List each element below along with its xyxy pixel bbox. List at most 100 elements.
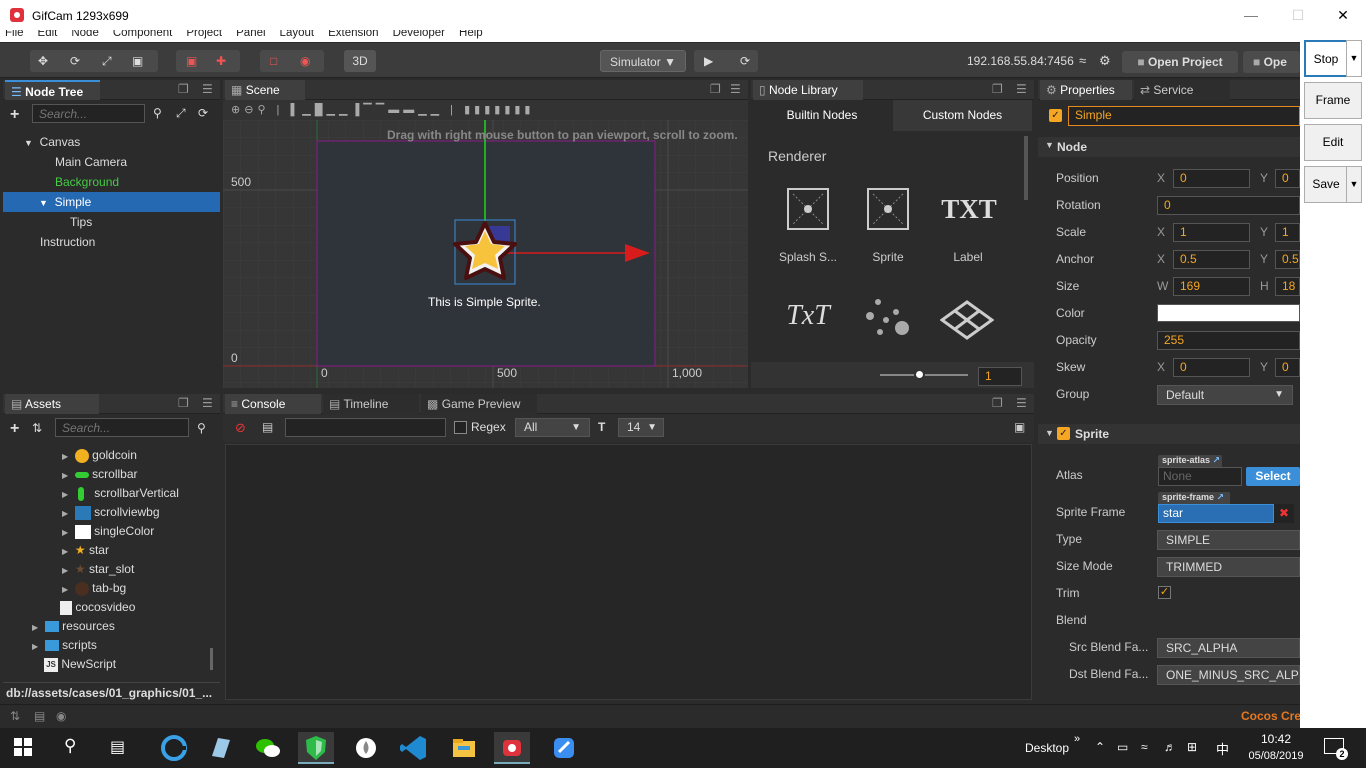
clock-date[interactable]: 05/08/2019 bbox=[1243, 750, 1309, 762]
asset-scripts-folder[interactable]: ▶ scripts bbox=[32, 636, 97, 655]
scale-tool-icon[interactable]: ⤢ bbox=[102, 50, 112, 72]
atlas-select-button[interactable]: Select bbox=[1246, 467, 1300, 486]
position-x-field[interactable]: 0 bbox=[1173, 169, 1250, 188]
atlas-field[interactable]: None bbox=[1158, 467, 1242, 486]
wechat-icon[interactable] bbox=[250, 732, 286, 764]
tab-game-preview[interactable]: ▩ Game Preview bbox=[421, 394, 537, 414]
gifcam-frame-button[interactable]: Frame bbox=[1304, 82, 1362, 119]
type-dropdown[interactable]: SIMPLE bbox=[1157, 530, 1300, 550]
move-tool-icon[interactable]: ✥ bbox=[38, 50, 48, 72]
rotation-field[interactable]: 0 bbox=[1157, 196, 1300, 215]
assets-maximize-icon[interactable]: ❐ bbox=[178, 396, 189, 410]
menu-extension[interactable]: Extension bbox=[328, 30, 379, 39]
chevron-right-icon[interactable]: ▶ bbox=[62, 509, 68, 518]
label-node-icon[interactable]: TXT bbox=[937, 194, 1001, 225]
tab-custom-nodes[interactable]: Custom Nodes bbox=[893, 100, 1032, 131]
menu-node[interactable]: Node bbox=[71, 30, 99, 39]
tree-item-canvas[interactable]: ▼ Canvas bbox=[0, 132, 217, 152]
asset-newscript[interactable]: JS NewScript bbox=[44, 655, 116, 674]
collapse-icon[interactable]: ▣ bbox=[1014, 420, 1025, 434]
node-name-field[interactable]: Simple bbox=[1068, 106, 1300, 126]
desktop-toolbar-label[interactable]: Desktop bbox=[1025, 741, 1069, 755]
skew-x-field[interactable]: 0 bbox=[1173, 358, 1250, 377]
external-link-icon[interactable]: ↗ bbox=[1213, 455, 1221, 465]
sprite-node-icon[interactable] bbox=[867, 188, 909, 230]
chevron-right-icon[interactable]: ▶ bbox=[62, 585, 68, 594]
position-y-field[interactable]: 0 bbox=[1275, 169, 1300, 188]
library-scrollbar[interactable] bbox=[1024, 136, 1028, 200]
chevron-right-icon[interactable]: ▶ bbox=[62, 471, 68, 480]
align-right-icon[interactable]: ▁▐ bbox=[339, 104, 363, 116]
asset-star[interactable]: ▶ ★ star bbox=[62, 541, 109, 560]
settings-gear-icon[interactable]: ⚙ bbox=[1099, 53, 1111, 69]
chevron-down-icon[interactable]: ▼ bbox=[39, 198, 48, 208]
maximize-button[interactable]: ☐ bbox=[1275, 0, 1321, 32]
asset-resources-folder[interactable]: ▶ resources bbox=[32, 617, 115, 636]
task-view-icon[interactable]: ▤ bbox=[110, 737, 125, 757]
tab-console[interactable]: ≡ Console bbox=[225, 394, 321, 414]
sprite-enabled-checkbox[interactable]: ✓ bbox=[1057, 427, 1070, 440]
asset-scrollviewbg[interactable]: ▶ scrollviewbg bbox=[62, 503, 160, 522]
toolbar-expand-icon[interactable]: » bbox=[1074, 733, 1080, 745]
chevron-right-icon[interactable]: ▶ bbox=[62, 547, 68, 556]
taskbar-search-icon[interactable]: ⚲ bbox=[64, 736, 76, 756]
zoom-out-icon[interactable]: ⊖ bbox=[244, 104, 257, 116]
size-w-field[interactable]: 169 bbox=[1173, 277, 1250, 296]
tree-item-tips[interactable]: Tips bbox=[0, 212, 217, 232]
trim-checkbox[interactable]: ✓ bbox=[1158, 586, 1171, 599]
asset-tab-bg[interactable]: ▶ tab-bg bbox=[62, 579, 126, 598]
src-blend-dropdown[interactable]: SRC_ALPHA bbox=[1157, 638, 1300, 658]
opacity-field[interactable]: 255 bbox=[1157, 331, 1300, 350]
tab-properties[interactable]: ⚙ Properties bbox=[1040, 80, 1132, 100]
node-search-input[interactable] bbox=[32, 104, 145, 123]
asset-star-slot[interactable]: ▶ ★ star_slot bbox=[62, 560, 134, 579]
open-app-button[interactable]: ■ Ope bbox=[1243, 51, 1300, 73]
asset-cocosvideo[interactable]: cocosvideo bbox=[60, 598, 135, 617]
chevron-right-icon[interactable]: ▶ bbox=[32, 642, 38, 651]
tree-item-main-camera[interactable]: Main Camera bbox=[0, 152, 217, 172]
distribute-icon[interactable]: ▮▮▮▮▮▮▮ bbox=[464, 104, 534, 116]
tab-service[interactable]: ⇄ Service bbox=[1134, 80, 1230, 100]
tab-builtin-nodes[interactable]: Builtin Nodes bbox=[751, 100, 893, 131]
volume-icon[interactable]: ♬ bbox=[1164, 740, 1176, 754]
zoom-value-field[interactable]: 1 bbox=[978, 367, 1022, 386]
size-h-field[interactable]: 18 bbox=[1275, 277, 1300, 296]
assets-menu-icon[interactable]: ☰ bbox=[202, 396, 213, 410]
panel-maximize-icon[interactable]: ❐ bbox=[178, 82, 189, 96]
menu-file[interactable]: File bbox=[5, 30, 24, 39]
console-log-area[interactable] bbox=[225, 444, 1032, 700]
clock-time[interactable]: 10:42 bbox=[1251, 732, 1301, 746]
panel-menu-icon[interactable]: ☰ bbox=[202, 82, 213, 96]
clear-console-icon[interactable]: ⊘ bbox=[235, 420, 246, 436]
dst-blend-dropdown[interactable]: ONE_MINUS_SRC_ALPHA bbox=[1157, 665, 1300, 685]
library-menu-icon[interactable]: ☰ bbox=[1016, 82, 1027, 96]
external-link-icon[interactable]: ↗ bbox=[1217, 492, 1225, 502]
menu-component[interactable]: Component bbox=[113, 30, 172, 39]
close-button[interactable]: ✕ bbox=[1320, 0, 1366, 32]
scale-x-field[interactable]: 1 bbox=[1173, 223, 1250, 242]
chevron-right-icon[interactable]: ▶ bbox=[62, 566, 68, 575]
network-wifi-icon[interactable]: ≈ bbox=[1141, 740, 1148, 754]
console-menu-icon[interactable]: ☰ bbox=[1016, 396, 1027, 410]
richtext-node-icon[interactable]: TxT bbox=[776, 300, 840, 332]
align-left-icon[interactable]: ▌▁ bbox=[290, 104, 314, 116]
gizmo-rect-icon[interactable]: □ bbox=[270, 50, 277, 72]
gifcam-taskbar-icon[interactable] bbox=[494, 732, 530, 764]
menu-panel[interactable]: Panel bbox=[236, 30, 265, 39]
chevron-down-icon[interactable]: ▼ bbox=[24, 138, 33, 148]
clear-frame-icon[interactable]: ✖ bbox=[1274, 504, 1294, 523]
chevron-right-icon[interactable]: ▶ bbox=[62, 490, 68, 499]
gizmo-circle-icon[interactable]: ◉ bbox=[300, 50, 310, 72]
asset-singlecolor[interactable]: ▶ singleColor bbox=[62, 522, 154, 541]
chevron-right-icon[interactable]: ▶ bbox=[32, 623, 38, 632]
gifcam-edit-button[interactable]: Edit bbox=[1304, 124, 1362, 161]
node-active-checkbox[interactable]: ✓ bbox=[1049, 109, 1062, 122]
asset-goldcoin[interactable]: ▶ goldcoin bbox=[62, 446, 137, 465]
align-middle-icon[interactable]: ▬▬ bbox=[388, 104, 418, 116]
asset-scrollbar[interactable]: ▶ scrollbar bbox=[62, 465, 138, 484]
zoom-fit-icon[interactable]: ⚲ bbox=[257, 104, 269, 116]
refresh-tree-icon[interactable]: ⟳ bbox=[198, 106, 208, 120]
align-center-icon[interactable]: █▁ bbox=[315, 104, 339, 116]
security-shield-icon[interactable] bbox=[298, 732, 334, 764]
show-hidden-icons[interactable]: ⌃ bbox=[1095, 740, 1105, 754]
